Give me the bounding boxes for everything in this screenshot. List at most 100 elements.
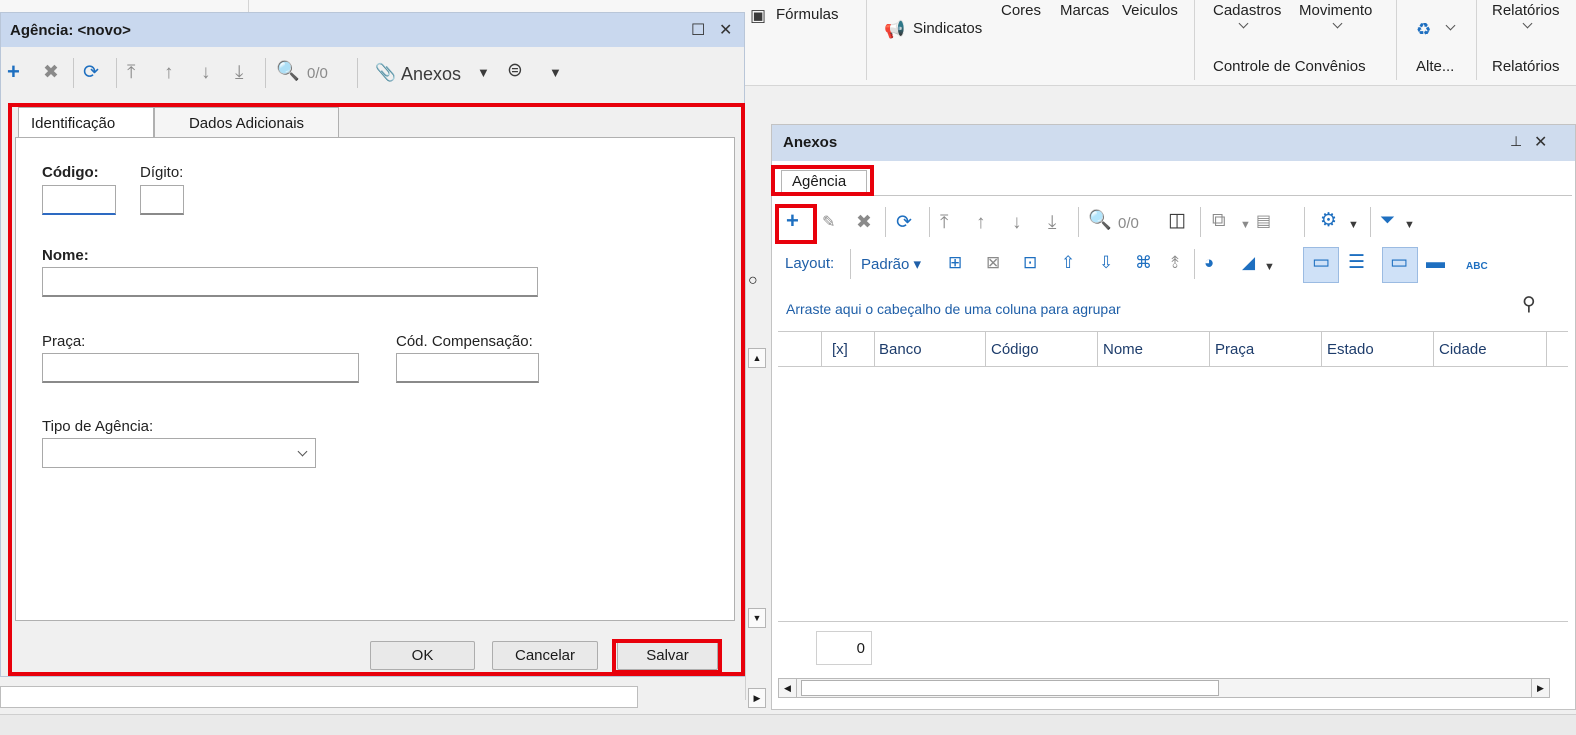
delete-icon[interactable]: ✖ (43, 63, 59, 83)
export-icon[interactable]: ⧉ (1212, 211, 1226, 231)
codigo-label: Código: (42, 164, 99, 181)
grid-body[interactable] (778, 368, 1568, 620)
group-icon[interactable]: ▬ (1426, 253, 1445, 273)
background-scroll-right[interactable]: ▶ (748, 688, 766, 708)
maximize-icon[interactable]: ☐ (691, 20, 705, 40)
formulas-icon: ▣ (750, 6, 767, 25)
previous-record-icon[interactable]: ↑ (164, 63, 174, 83)
pin-icon[interactable]: ⥉ (1171, 253, 1179, 273)
footer-icon: ▭ (1312, 252, 1330, 273)
ribbon-veiculos[interactable]: Veiculos (1122, 2, 1178, 19)
ribbon-marcas[interactable]: Marcas (1060, 2, 1109, 19)
caret-down-icon[interactable]: ▼ (549, 63, 562, 83)
close-icon[interactable]: ✕ (1534, 132, 1547, 152)
pin-icon[interactable]: ⊥ (1510, 133, 1522, 150)
ribbon-formulas[interactable]: Fórmulas (776, 6, 839, 23)
cod-compensacao-label: Cód. Compensação: (396, 333, 533, 350)
digito-input[interactable] (140, 185, 184, 215)
chevron-down-icon (297, 446, 308, 457)
rows-icon[interactable]: ☰ (1348, 253, 1365, 273)
anexos-dropdown[interactable]: Anexos (401, 64, 461, 84)
caret-down-icon[interactable]: ▼ (1404, 215, 1415, 235)
collapse-icon[interactable]: ⊠ (986, 253, 1000, 273)
add-icon[interactable]: + (786, 210, 799, 232)
chart-icon[interactable]: ◢ (1242, 253, 1255, 273)
chevron-down-icon (1332, 18, 1343, 29)
praca-input[interactable] (42, 353, 359, 383)
agencia-dialog: Agência: <novo> ☐ ✕ + ✖ ⟳ ⤒ ↑ ↓ ⤓ 🔍 0/0 … (0, 12, 745, 677)
first-record-icon[interactable]: ⤒ (940, 213, 948, 233)
layout-dropdown[interactable]: Padrão ▾ (861, 255, 921, 273)
cancel-button[interactable]: Cancelar (492, 641, 598, 670)
filter-icon[interactable]: ⏷ (1380, 211, 1395, 231)
previous-record-icon[interactable]: ↑ (976, 213, 986, 233)
options-icon[interactable]: ⊜ (507, 61, 523, 81)
first-record-icon[interactable]: ⤒ (127, 63, 135, 83)
background-scroll-down[interactable]: ▼ (748, 608, 766, 628)
document-icon[interactable]: ▤ (1256, 212, 1271, 232)
scroll-left-button[interactable]: ◀ (779, 679, 797, 697)
column-header-praca[interactable]: Praça (1215, 341, 1254, 358)
ribbon-cadastros[interactable]: Cadastros (1213, 2, 1281, 19)
gear-icon[interactable]: ⚙ (1320, 211, 1337, 231)
ribbon-sindicatos[interactable]: Sindicatos (913, 20, 982, 37)
refresh-icon[interactable]: ⟳ (83, 63, 99, 83)
delete-icon[interactable]: ✖ (856, 213, 872, 233)
scroll-thumb[interactable] (801, 680, 1219, 696)
tab-identificacao[interactable]: Identificação (18, 107, 154, 140)
tab-dados-adicionais[interactable]: Dados Adicionais (154, 107, 339, 139)
next-record-icon[interactable]: ↓ (201, 63, 211, 83)
chevron-down-icon (1522, 18, 1533, 29)
next-record-icon[interactable]: ↓ (1012, 213, 1022, 233)
group-hint: Arraste aqui o cabeçalho de uma coluna p… (786, 301, 1121, 317)
anexos-tab-agencia[interactable]: Agência (781, 170, 867, 196)
background-scroll-up[interactable]: ▲ (748, 348, 766, 368)
tipo-agencia-label: Tipo de Agência: (42, 418, 154, 435)
expand-icon[interactable]: ⊞ (948, 253, 962, 273)
background-search-icon: ○ (748, 272, 758, 289)
ok-button[interactable]: OK (370, 641, 475, 670)
caret-down-icon[interactable]: ▼ (1264, 257, 1275, 277)
add-icon[interactable]: + (7, 61, 20, 83)
refresh-icon[interactable]: ⟳ (896, 213, 912, 233)
status-bar (0, 714, 1576, 735)
paint-icon[interactable]: ⌘ (1135, 253, 1152, 273)
codigo-input[interactable] (42, 185, 116, 215)
recycle-icon[interactable]: ♻ (1416, 20, 1431, 40)
megaphone-icon: 📢 (884, 20, 906, 39)
spellcheck-icon[interactable]: ABC (1466, 257, 1488, 277)
caret-down-icon[interactable]: ▼ (477, 63, 490, 83)
column-header-estado[interactable]: Estado (1327, 341, 1374, 358)
scroll-right-button[interactable]: ▶ (1531, 679, 1549, 697)
column-header-codigo[interactable]: Código (991, 341, 1039, 358)
shapes-icon[interactable]: ◕ (1204, 253, 1214, 273)
column-header-cidade[interactable]: Cidade (1439, 341, 1487, 358)
caret-down-icon[interactable]: ▼ (1348, 215, 1359, 235)
upload-icon[interactable]: ⇧ (1061, 253, 1075, 273)
horizontal-scrollbar[interactable]: ◀ ▶ (778, 678, 1550, 698)
search-icon[interactable]: 🔍 (276, 62, 300, 82)
save-button[interactable]: Salvar (617, 641, 718, 670)
last-record-icon[interactable]: ⤓ (1048, 213, 1056, 233)
close-icon[interactable]: ✕ (719, 20, 732, 40)
column-header-nome[interactable]: Nome (1103, 341, 1143, 358)
tipo-agencia-select[interactable] (42, 438, 316, 468)
import-icon[interactable]: ⊡ (1023, 253, 1037, 273)
last-record-icon[interactable]: ⤓ (235, 63, 243, 83)
ribbon-movimento[interactable]: Movimento (1299, 2, 1372, 19)
download-icon[interactable]: ⇩ (1099, 253, 1113, 273)
nome-input[interactable] (42, 267, 538, 297)
search-icon[interactable]: ⚲ (1522, 295, 1536, 315)
group-label-convenios: Controle de Convênios (1213, 58, 1366, 75)
column-header-x[interactable]: [x] (832, 341, 848, 358)
footer-count: 0 (856, 640, 865, 657)
columns-icon[interactable]: ◫ (1168, 211, 1186, 231)
cod-compensacao-input[interactable] (396, 353, 539, 383)
ribbon-relatorios[interactable]: Relatórios (1492, 2, 1560, 19)
dialog-title: Agência: <novo> (10, 22, 131, 39)
edit-icon[interactable]: ✎ (822, 213, 835, 233)
ribbon-cores[interactable]: Cores (1001, 2, 1041, 19)
search-icon[interactable]: 🔍 (1088, 211, 1112, 231)
column-header-banco[interactable]: Banco (879, 341, 922, 358)
caret-down-icon[interactable]: ▼ (1240, 215, 1251, 235)
